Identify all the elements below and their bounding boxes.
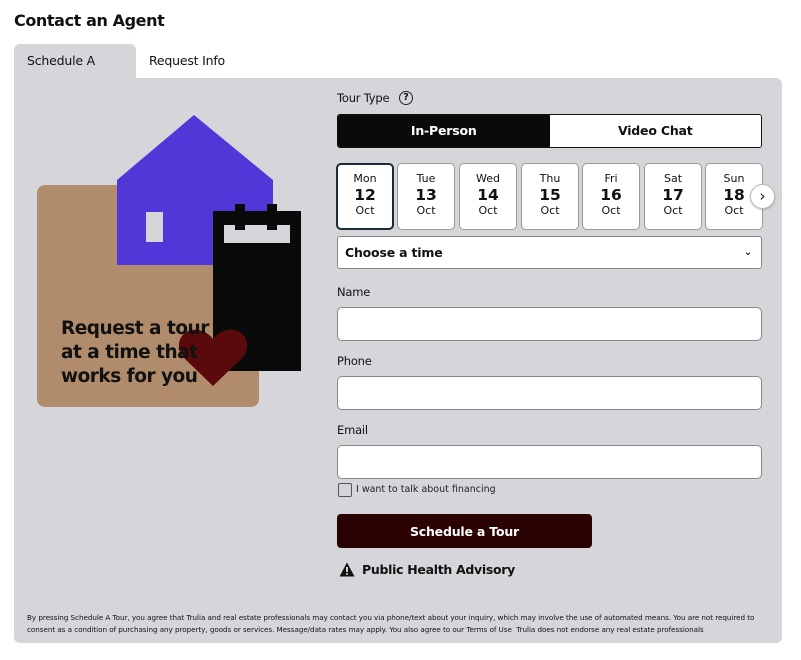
question-circle-icon[interactable]: ? bbox=[399, 91, 413, 105]
time-select-value: Choose a time bbox=[345, 245, 443, 260]
date-day: 13 bbox=[415, 186, 437, 204]
date-month: Oct bbox=[416, 204, 436, 217]
date-weekday: Thu bbox=[539, 172, 561, 185]
email-label: Email bbox=[337, 423, 368, 437]
date-month: Oct bbox=[601, 204, 621, 217]
date-day: 17 bbox=[662, 186, 684, 204]
warning-triangle-icon bbox=[339, 562, 355, 577]
financing-label: I want to talk about financing bbox=[356, 484, 496, 495]
caption-line: at a time that bbox=[61, 342, 198, 363]
terms-of-use-link[interactable]: Terms of Use bbox=[466, 625, 512, 634]
chevron-right-icon[interactable]: › bbox=[750, 184, 775, 209]
date-month: Oct bbox=[663, 204, 683, 217]
date-option[interactable]: Mon 12 Oct bbox=[336, 163, 394, 230]
date-weekday: Mon bbox=[353, 172, 377, 185]
chevron-down-icon: ⌄ bbox=[743, 247, 752, 258]
date-day: 14 bbox=[477, 186, 499, 204]
date-weekday: Fri bbox=[604, 172, 618, 185]
date-month: Oct bbox=[478, 204, 498, 217]
illustration-caption: Request a tour at a time that works for … bbox=[61, 317, 251, 389]
phone-label: Phone bbox=[337, 354, 372, 368]
public-health-advisory-link[interactable]: Public Health Advisory bbox=[362, 562, 515, 577]
date-day: 12 bbox=[354, 186, 376, 204]
date-day: 15 bbox=[539, 186, 561, 204]
date-month: Oct bbox=[540, 204, 560, 217]
email-field[interactable] bbox=[337, 445, 762, 479]
schedule-tour-button[interactable]: Schedule a Tour bbox=[337, 514, 592, 548]
date-weekday: Sun bbox=[723, 172, 745, 185]
tour-type-label: Tour Type bbox=[337, 91, 390, 105]
date-weekday: Wed bbox=[476, 172, 500, 185]
date-option[interactable]: Thu 15 Oct bbox=[521, 163, 579, 230]
tour-illustration: Request a tour at a time that works for … bbox=[37, 115, 301, 409]
date-month: Oct bbox=[355, 204, 375, 217]
date-option[interactable]: Fri 16 Oct bbox=[582, 163, 640, 230]
legal-suffix: Trulia does not endorse any real estate … bbox=[516, 625, 704, 634]
tour-type-toggle: In-Person Video Chat bbox=[337, 114, 762, 148]
date-option[interactable]: Sat 17 Oct bbox=[644, 163, 702, 230]
tab-schedule-a-tour[interactable]: Schedule A Tour bbox=[14, 44, 136, 101]
page-title: Contact an Agent bbox=[14, 11, 165, 30]
caption-line: works for you bbox=[61, 366, 198, 387]
date-weekday: Tue bbox=[416, 172, 436, 185]
caption-line: Request a tour bbox=[61, 318, 209, 339]
date-picker: Mon 12 Oct Tue 13 Oct Wed 14 Oct Thu 15 … bbox=[335, 163, 763, 231]
financing-checkbox[interactable] bbox=[338, 483, 352, 497]
date-option[interactable]: Tue 13 Oct bbox=[397, 163, 455, 230]
date-day: 16 bbox=[600, 186, 622, 204]
date-weekday: Sat bbox=[663, 172, 683, 185]
in-person-option[interactable]: In-Person bbox=[338, 115, 550, 147]
name-label: Name bbox=[337, 285, 371, 299]
date-option[interactable]: Wed 14 Oct bbox=[459, 163, 517, 230]
video-chat-option[interactable]: Video Chat bbox=[549, 115, 761, 147]
phone-field[interactable] bbox=[337, 376, 762, 410]
time-select[interactable]: Choose a time ⌄ bbox=[337, 236, 762, 269]
name-field[interactable] bbox=[337, 307, 762, 341]
legal-disclaimer: By pressing Schedule A Tour, you agree t… bbox=[27, 612, 767, 636]
tab-request-info[interactable]: Request Info bbox=[136, 44, 238, 79]
